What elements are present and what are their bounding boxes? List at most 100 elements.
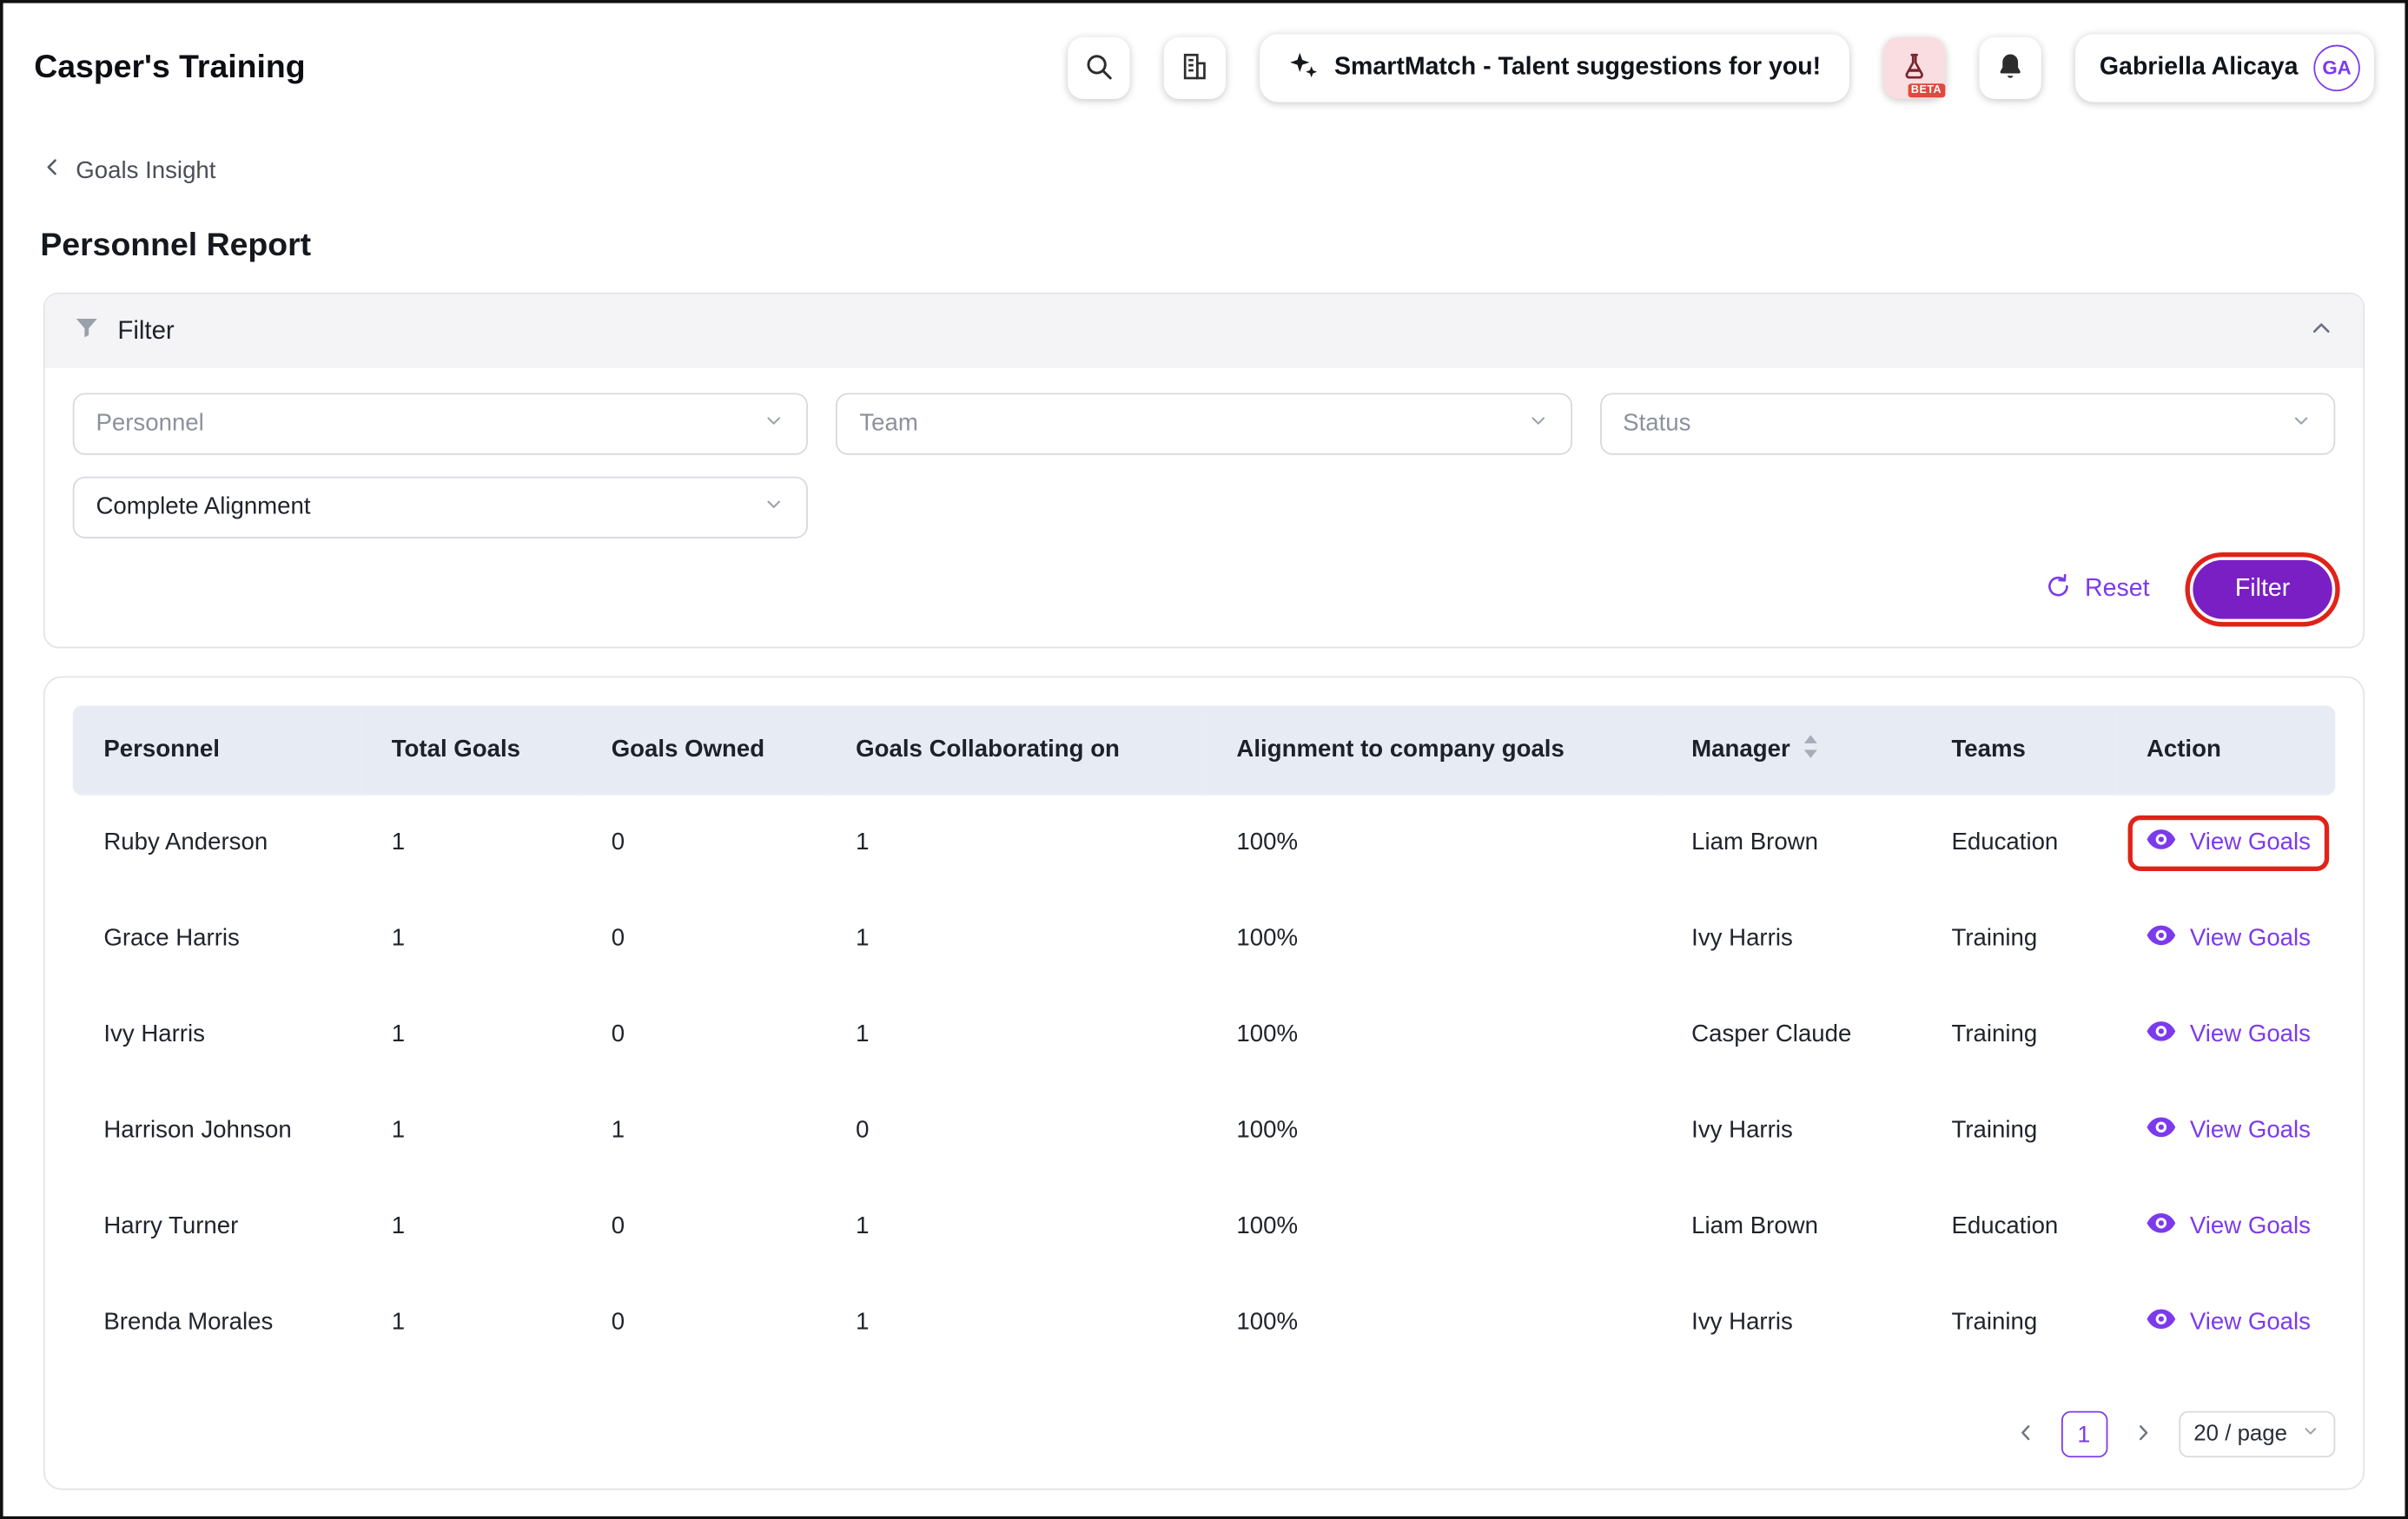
view-goals-link[interactable]: View Goals bbox=[2147, 925, 2311, 953]
eye-icon bbox=[2147, 1021, 2176, 1049]
funnel-icon bbox=[73, 314, 101, 349]
cell-manager: Ivy Harris bbox=[1661, 891, 1921, 987]
smartmatch-button[interactable]: SmartMatch - Talent suggestions for you! bbox=[1260, 34, 1849, 102]
cell-personnel: Ruby Anderson bbox=[73, 796, 361, 891]
sparkles-icon bbox=[1288, 49, 1320, 88]
cell-manager: Liam Brown bbox=[1661, 1179, 1921, 1275]
breadcrumb-back[interactable]: Goals Insight bbox=[40, 155, 215, 187]
cell-goals-collaborating: 1 bbox=[825, 1179, 1206, 1275]
cell-teams: Training bbox=[1921, 1275, 2115, 1370]
app-title: Casper's Training bbox=[34, 50, 305, 87]
cell-total-goals: 1 bbox=[361, 987, 580, 1083]
page-size-select[interactable]: 20 / page bbox=[2178, 1411, 2335, 1457]
col-alignment: Alignment to company goals bbox=[1206, 705, 1661, 795]
personnel-select[interactable]: Personnel bbox=[73, 393, 809, 455]
flask-icon bbox=[1898, 50, 1929, 86]
cell-goals-collaborating: 1 bbox=[825, 987, 1206, 1083]
cell-manager: Liam Brown bbox=[1661, 796, 1921, 891]
reset-label: Reset bbox=[2085, 576, 2149, 604]
cell-total-goals: 1 bbox=[361, 1275, 580, 1370]
reset-button[interactable]: Reset bbox=[2045, 571, 2150, 607]
collapse-toggle[interactable] bbox=[2307, 314, 2335, 349]
personnel-select-placeholder: Personnel bbox=[96, 410, 203, 438]
cell-teams: Training bbox=[1921, 1083, 2115, 1179]
topbar: Casper's Training SmartMatch - Talent su… bbox=[3, 3, 2405, 134]
cell-alignment: 100% bbox=[1206, 891, 1661, 987]
col-action: Action bbox=[2115, 705, 2335, 795]
col-personnel: Personnel bbox=[73, 705, 361, 795]
alignment-select-value: Complete Alignment bbox=[96, 493, 310, 521]
team-select[interactable]: Team bbox=[837, 393, 1572, 455]
view-goals-link[interactable]: View Goals bbox=[2147, 1021, 2311, 1049]
cell-teams: Training bbox=[1921, 891, 2115, 987]
view-goals-link[interactable]: View Goals bbox=[2147, 829, 2311, 857]
table-row: Ivy Harris 1 0 1 100% Casper Claude Trai… bbox=[73, 987, 2336, 1083]
view-goals-link[interactable]: View Goals bbox=[2147, 1213, 2311, 1241]
view-goals-link[interactable]: View Goals bbox=[2147, 1117, 2311, 1145]
sort-icon[interactable] bbox=[1803, 735, 1818, 766]
col-goals-collaborating: Goals Collaborating on bbox=[825, 705, 1206, 795]
cell-manager: Ivy Harris bbox=[1661, 1275, 1921, 1370]
eye-icon bbox=[2147, 829, 2176, 857]
filter-panel: Filter Personnel Team bbox=[43, 293, 2365, 649]
chevron-right-icon bbox=[2132, 1421, 2153, 1447]
cell-goals-collaborating: 0 bbox=[825, 1083, 1206, 1179]
filter-submit-button[interactable]: Filter bbox=[2193, 560, 2332, 619]
personnel-table: Personnel Total Goals Goals Owned Goals … bbox=[73, 705, 2336, 1370]
cell-alignment: 100% bbox=[1206, 796, 1661, 891]
avatar: GA bbox=[2313, 45, 2359, 91]
cell-total-goals: 1 bbox=[361, 796, 580, 891]
table-header-row: Personnel Total Goals Goals Owned Goals … bbox=[73, 705, 2336, 795]
eye-icon bbox=[2147, 1213, 2176, 1241]
building-icon bbox=[1180, 50, 1211, 86]
notifications-button[interactable] bbox=[1979, 37, 2041, 99]
cell-alignment: 100% bbox=[1206, 1179, 1661, 1275]
eye-icon bbox=[2147, 1117, 2176, 1145]
team-select-placeholder: Team bbox=[859, 410, 918, 438]
page-number-button[interactable]: 1 bbox=[2061, 1411, 2107, 1457]
cell-goals-owned: 0 bbox=[580, 987, 824, 1083]
view-goals-label: View Goals bbox=[2190, 1213, 2311, 1241]
cell-manager: Casper Claude bbox=[1661, 987, 1921, 1083]
cell-teams: Training bbox=[1921, 987, 2115, 1083]
cell-manager: Ivy Harris bbox=[1661, 1083, 1921, 1179]
cell-goals-owned: 0 bbox=[580, 891, 824, 987]
view-goals-link[interactable]: View Goals bbox=[2147, 1309, 2311, 1337]
chevron-up-icon bbox=[2307, 314, 2335, 349]
cell-personnel: Grace Harris bbox=[73, 891, 361, 987]
bell-icon bbox=[1995, 50, 2026, 86]
search-button[interactable] bbox=[1068, 37, 1130, 99]
chevron-down-icon bbox=[2291, 409, 2312, 439]
reset-icon bbox=[2045, 571, 2073, 607]
view-goals-label: View Goals bbox=[2190, 1309, 2311, 1337]
cell-personnel: Harry Turner bbox=[73, 1179, 361, 1275]
cell-goals-owned: 0 bbox=[580, 796, 824, 891]
smartmatch-label: SmartMatch - Talent suggestions for you! bbox=[1334, 54, 1821, 82]
prev-page-button[interactable] bbox=[2011, 1418, 2039, 1450]
chevron-left-icon bbox=[40, 155, 65, 187]
eye-icon bbox=[2147, 1309, 2176, 1337]
status-select[interactable]: Status bbox=[1599, 393, 2335, 455]
filter-panel-title: Filter bbox=[117, 316, 174, 346]
chevron-down-icon bbox=[1527, 409, 1549, 439]
table-row: Ruby Anderson 1 0 1 100% Liam Brown Educ… bbox=[73, 796, 2336, 891]
company-button[interactable] bbox=[1164, 37, 1226, 99]
cell-alignment: 100% bbox=[1206, 1083, 1661, 1179]
cell-goals-owned: 0 bbox=[580, 1275, 824, 1370]
col-teams: Teams bbox=[1921, 705, 2115, 795]
col-manager-sortable[interactable]: Manager bbox=[1661, 705, 1921, 795]
cell-goals-collaborating: 1 bbox=[825, 796, 1206, 891]
alignment-select[interactable]: Complete Alignment bbox=[73, 477, 809, 538]
topbar-actions: SmartMatch - Talent suggestions for you!… bbox=[1068, 34, 2374, 102]
chevron-left-icon bbox=[2014, 1421, 2036, 1447]
user-name: Gabriella Alicaya bbox=[2100, 54, 2299, 82]
eye-icon bbox=[2147, 925, 2176, 953]
view-goals-label: View Goals bbox=[2190, 925, 2311, 953]
filter-panel-header[interactable]: Filter bbox=[45, 294, 2364, 368]
cell-teams: Education bbox=[1921, 1179, 2115, 1275]
next-page-button[interactable] bbox=[2128, 1418, 2156, 1450]
labs-button[interactable]: BETA bbox=[1882, 37, 1944, 99]
cell-alignment: 100% bbox=[1206, 1275, 1661, 1370]
breadcrumb-label: Goals Insight bbox=[76, 157, 215, 185]
user-menu-button[interactable]: Gabriella Alicaya GA bbox=[2074, 34, 2373, 102]
